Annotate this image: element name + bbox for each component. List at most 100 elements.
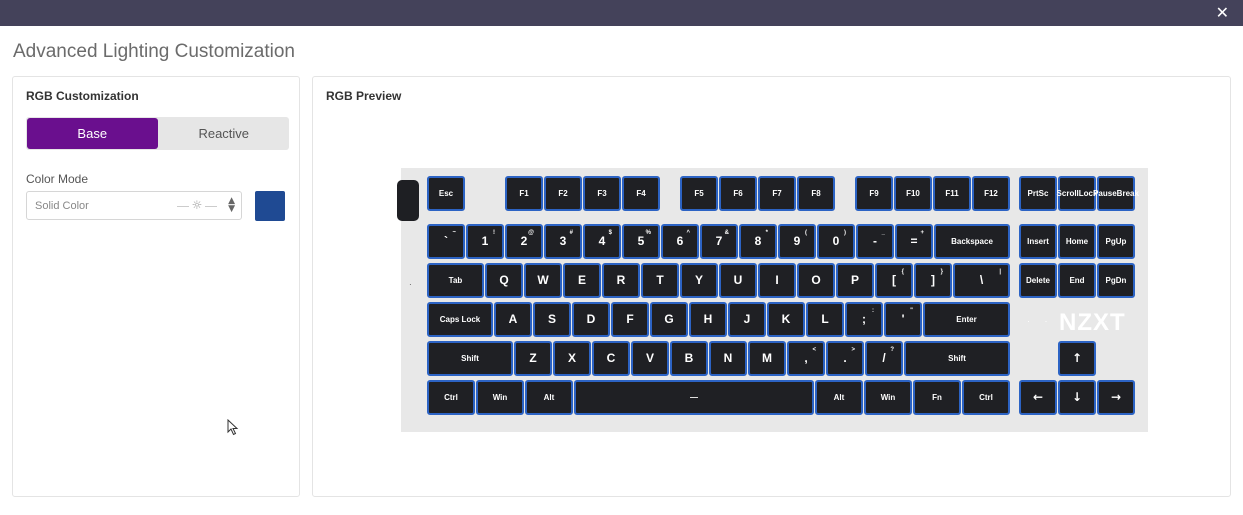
key-f7[interactable]: F7	[758, 176, 796, 211]
key-caps[interactable]: Caps Lock	[427, 302, 493, 337]
key-o[interactable]: O	[797, 263, 835, 298]
key-space[interactable]: —	[574, 380, 814, 415]
key-insert[interactable]: Insert	[1019, 224, 1057, 259]
key-label: ,	[804, 351, 808, 365]
key-lbracket[interactable]: [{	[875, 263, 913, 298]
key-period[interactable]: . >	[826, 341, 864, 376]
key-pgdn[interactable]: PgDn	[1097, 263, 1135, 298]
key-ralt[interactable]: Alt	[815, 380, 863, 415]
key-shift-label: %	[645, 230, 651, 236]
key-g[interactable]: G	[650, 302, 688, 337]
key-label: Win	[492, 393, 508, 402]
key-v[interactable]: V	[631, 341, 669, 376]
key-c[interactable]: C	[592, 341, 630, 376]
key-q[interactable]: Q	[485, 263, 523, 298]
key-comma[interactable]: , <	[787, 341, 825, 376]
key-n2[interactable]: 2 @	[505, 224, 543, 259]
rgb-preview-panel: RGB Preview · · · NZXT Esc F1 F2 F3 F4 F5 F6 F7…	[312, 76, 1231, 497]
key-shift-label: #	[569, 230, 573, 236]
key-tab[interactable]: Tab	[427, 263, 484, 298]
close-icon[interactable]: ✕	[1216, 3, 1229, 23]
key-u[interactable]: U	[719, 263, 757, 298]
key-rshift[interactable]: Shift	[904, 341, 1010, 376]
key-m[interactable]: M	[748, 341, 786, 376]
key-f5[interactable]: F5	[680, 176, 718, 211]
key-n6[interactable]: 6 ^	[661, 224, 699, 259]
key-k[interactable]: K	[767, 302, 805, 337]
key-n3[interactable]: 3 #	[544, 224, 582, 259]
key-y[interactable]: Y	[680, 263, 718, 298]
key-semicolon[interactable]: ;:	[845, 302, 883, 337]
key-rwin[interactable]: Win	[864, 380, 912, 415]
key-rctrl[interactable]: Ctrl	[962, 380, 1010, 415]
key-p[interactable]: P	[836, 263, 874, 298]
key-h[interactable]: H	[689, 302, 727, 337]
key-home[interactable]: Home	[1058, 224, 1096, 259]
key-f1[interactable]: F1	[505, 176, 543, 211]
key-left[interactable]: ←	[1019, 380, 1057, 415]
key-pause[interactable]: Pause Break	[1093, 176, 1139, 211]
key-a[interactable]: A	[494, 302, 532, 337]
key-fn[interactable]: Fn	[913, 380, 961, 415]
key-j[interactable]: J	[728, 302, 766, 337]
color-swatch[interactable]	[255, 191, 285, 221]
key-i[interactable]: I	[758, 263, 796, 298]
key-t[interactable]: T	[641, 263, 679, 298]
key-n0[interactable]: 0)	[817, 224, 855, 259]
key-rbracket[interactable]: ]}	[914, 263, 952, 298]
key-grave[interactable]: ` ~	[427, 224, 465, 259]
key-lshift[interactable]: Shift	[427, 341, 513, 376]
key-n4[interactable]: 4 $	[583, 224, 621, 259]
key-f12[interactable]: F12	[972, 176, 1010, 211]
key-f8[interactable]: F8	[797, 176, 835, 211]
key-delete[interactable]: Delete	[1019, 263, 1057, 298]
key-down[interactable]: ↓	[1058, 380, 1096, 415]
key-minus[interactable]: - _	[856, 224, 894, 259]
key-l[interactable]: L	[806, 302, 844, 337]
key-quote[interactable]: ' "	[884, 302, 922, 337]
key-enter[interactable]: Enter	[923, 302, 1010, 337]
key-n8[interactable]: 8 *	[739, 224, 777, 259]
key-f9[interactable]: F9	[855, 176, 893, 211]
key-f3[interactable]: F3	[583, 176, 621, 211]
key-f4[interactable]: F4	[622, 176, 660, 211]
key-lwin[interactable]: Win	[476, 380, 524, 415]
key-b[interactable]: B	[670, 341, 708, 376]
key-s[interactable]: S	[533, 302, 571, 337]
key-n9[interactable]: 9(	[778, 224, 816, 259]
key-lalt[interactable]: Alt	[525, 380, 573, 415]
key-up[interactable]: ↑	[1058, 341, 1096, 376]
key-end[interactable]: End	[1058, 263, 1096, 298]
key-f6[interactable]: F6	[719, 176, 757, 211]
key-x[interactable]: X	[553, 341, 591, 376]
key-n[interactable]: N	[709, 341, 747, 376]
key-n1[interactable]: 1!	[466, 224, 504, 259]
key-label: Win	[880, 393, 896, 402]
key-z[interactable]: Z	[514, 341, 552, 376]
key-shift-label: {	[901, 269, 904, 275]
key-prtsc[interactable]: PrtSc	[1019, 176, 1057, 211]
key-n7[interactable]: 7 &	[700, 224, 738, 259]
key-slash[interactable]: /?	[865, 341, 903, 376]
key-backslash[interactable]: \ |	[953, 263, 1010, 298]
key-f11[interactable]: F11	[933, 176, 971, 211]
key-lctrl[interactable]: Ctrl	[427, 380, 475, 415]
key-f10[interactable]: F10	[894, 176, 932, 211]
key-right[interactable]: →	[1097, 380, 1135, 415]
tab-reactive[interactable]: Reactive	[159, 118, 290, 149]
key-label: Caps Lock	[439, 315, 481, 324]
key-d[interactable]: D	[572, 302, 610, 337]
tab-base[interactable]: Base	[27, 118, 158, 149]
color-mode-select[interactable]: Solid Color ☼ ▲ ▼	[26, 191, 242, 220]
key-scroll[interactable]: Scroll Lock	[1057, 176, 1097, 211]
key-f[interactable]: F	[611, 302, 649, 337]
key-equal[interactable]: = +	[895, 224, 933, 259]
key-e[interactable]: E	[563, 263, 601, 298]
key-n5[interactable]: 5%	[622, 224, 660, 259]
key-pgup[interactable]: PgUp	[1097, 224, 1135, 259]
key-f2[interactable]: F2	[544, 176, 582, 211]
key-backspace[interactable]: Backspace	[934, 224, 1010, 259]
key-esc[interactable]: Esc	[427, 176, 465, 211]
key-w[interactable]: W	[524, 263, 562, 298]
key-r[interactable]: R	[602, 263, 640, 298]
